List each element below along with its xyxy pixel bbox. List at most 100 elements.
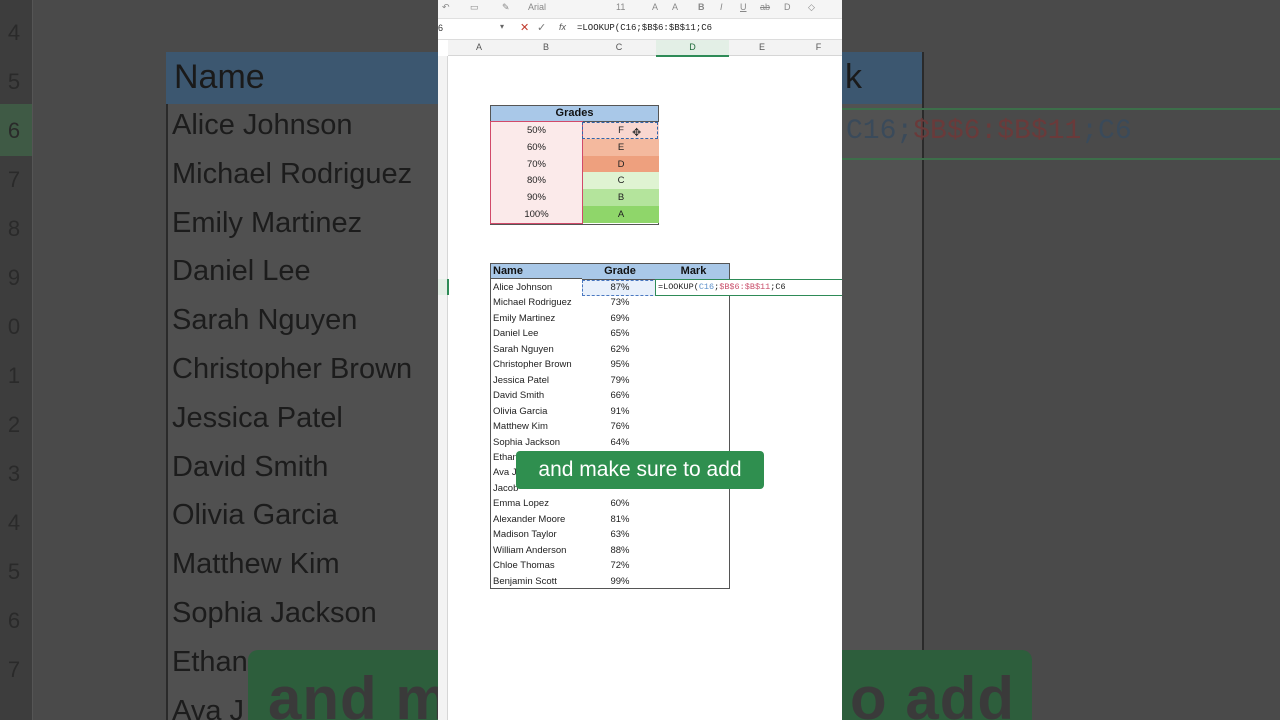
student-name-cell[interactable]: Alice Johnson: [493, 280, 583, 296]
bg-caption-right: o add: [850, 665, 1015, 720]
format-painter-icon[interactable]: ✎: [502, 2, 510, 13]
bg-row-number: 2: [7, 412, 21, 437]
student-name-cell[interactable]: Chloe Thomas: [493, 558, 583, 574]
grade-letter-cell[interactable]: D: [582, 155, 659, 173]
grade-letter-cell[interactable]: B: [582, 189, 659, 207]
insert-function-icon[interactable]: fx: [559, 22, 566, 32]
student-grade-cell[interactable]: 95%: [582, 357, 658, 373]
header-mark[interactable]: Mark: [658, 264, 729, 280]
font-name-select[interactable]: Arial: [528, 2, 546, 12]
bold-icon[interactable]: B: [698, 2, 705, 12]
ribbon: ↶ ▭ ✎ Arial 11 A A B I U ab D ◇: [438, 0, 842, 19]
grade-letter-cell[interactable]: E: [582, 138, 659, 156]
bg-row-number: 7: [7, 657, 21, 682]
col-header-f[interactable]: F: [795, 40, 842, 56]
student-grade-cell[interactable]: 65%: [582, 326, 658, 342]
grades-title[interactable]: Grades: [491, 106, 658, 122]
student-name-cell[interactable]: Emma Lopez: [493, 496, 583, 512]
shrink-font-icon[interactable]: A: [672, 2, 678, 12]
col-header-e[interactable]: E: [729, 40, 795, 56]
clipboard-icon[interactable]: ▭: [470, 2, 479, 13]
student-grade-cell[interactable]: 66%: [582, 388, 658, 404]
undo-icon[interactable]: ↶: [442, 2, 450, 13]
video-caption: and make sure to add: [516, 451, 764, 489]
copy-marquee: [582, 122, 658, 139]
student-grade-cell[interactable]: 73%: [582, 295, 658, 311]
student-name-cell[interactable]: Alexander Moore: [493, 512, 583, 528]
student-grade-cell[interactable]: 64%: [582, 435, 658, 451]
bg-row-number: 0: [7, 314, 21, 339]
bg-row-number: 5: [7, 69, 21, 94]
student-grade-cell[interactable]: 87%: [582, 280, 658, 296]
cursor-crosshair-icon: ✥: [632, 127, 642, 139]
bg-name-cell: Ethan: [172, 645, 248, 678]
bg-name-cell: David Smith: [172, 450, 329, 483]
grade-letter-cell[interactable]: A: [582, 206, 659, 223]
underline-icon[interactable]: U: [740, 2, 747, 12]
name-box[interactable]: 6: [438, 21, 508, 36]
header-name[interactable]: Name: [491, 264, 582, 279]
student-grade-cell[interactable]: 88%: [582, 543, 658, 559]
student-name-cell[interactable]: William Anderson: [493, 543, 583, 559]
border-icon[interactable]: D: [784, 2, 791, 12]
student-name-cell[interactable]: Michael Rodriguez: [493, 295, 583, 311]
student-name-cell[interactable]: Benjamin Scott: [493, 574, 583, 590]
student-grade-cell[interactable]: 72%: [582, 558, 658, 574]
bg-name-cell: Ava J: [172, 694, 245, 720]
student-name-cell[interactable]: Daniel Lee: [493, 326, 583, 342]
student-grade-cell[interactable]: 79%: [582, 373, 658, 389]
col-header-c[interactable]: C: [582, 40, 656, 56]
active-cell-formula[interactable]: =LOOKUP(C16;$B$6:$B$11;C6: [655, 279, 842, 296]
student-name-cell[interactable]: Sophia Jackson: [493, 435, 583, 451]
italic-icon[interactable]: I: [720, 2, 723, 12]
cancel-icon[interactable]: ✕: [520, 21, 529, 34]
student-grade-cell[interactable]: 76%: [582, 419, 658, 435]
enter-check-icon[interactable]: ✓: [537, 21, 546, 34]
bg-name-cell: Emily Martinez: [172, 206, 363, 239]
fill-color-icon[interactable]: ◇: [808, 2, 815, 13]
bg-caption-left: and m: [268, 665, 450, 720]
col-header-a[interactable]: A: [448, 40, 510, 56]
bg-name-cell: Christopher Brown: [172, 353, 413, 385]
student-name-cell[interactable]: Sarah Nguyen: [493, 342, 583, 358]
bg-name-cell: Jessica Patel: [172, 401, 343, 434]
student-grade-cell[interactable]: 63%: [582, 527, 658, 543]
student-name-cell[interactable]: David Smith: [493, 388, 583, 404]
bg-row-number: 9: [7, 265, 21, 290]
student-name-cell[interactable]: Emily Martinez: [493, 311, 583, 327]
student-name-cell[interactable]: Jessica Patel: [493, 373, 583, 389]
bg-row-number: 3: [7, 461, 21, 486]
row-header-column: [438, 56, 448, 720]
lookup-range-highlight: [490, 121, 583, 224]
student-grade-cell[interactable]: 99%: [582, 574, 658, 590]
bg-row-number: 4: [7, 510, 21, 535]
grade-letter-cell[interactable]: C: [582, 172, 659, 190]
student-name-cell[interactable]: Matthew Kim: [493, 419, 583, 435]
bg-row-number: 6: [7, 118, 21, 143]
bg-name-cell: Olivia Garcia: [172, 499, 338, 532]
selected-row-header[interactable]: [438, 279, 449, 295]
grow-font-icon[interactable]: A: [652, 2, 658, 12]
student-grade-cell[interactable]: 60%: [582, 496, 658, 512]
bg-name-cell: Michael Rodriguez: [172, 157, 413, 190]
bg-name-cell: Alice Johnson: [172, 109, 353, 141]
student-name-cell[interactable]: Madison Taylor: [493, 527, 583, 543]
col-header-b[interactable]: B: [510, 40, 582, 56]
student-grade-cell[interactable]: 69%: [582, 311, 658, 327]
bg-row-number: 8: [7, 216, 21, 241]
student-name-cell[interactable]: Olivia Garcia: [493, 404, 583, 420]
name-box-dropdown-icon[interactable]: ▾: [500, 22, 504, 31]
spreadsheet-panel: ↶ ▭ ✎ Arial 11 A A B I U ab D ◇ 6 ▾ ✕ ✓ …: [438, 0, 842, 720]
student-grade-cell[interactable]: 62%: [582, 342, 658, 358]
col-header-d[interactable]: D: [656, 40, 729, 57]
student-grade-cell[interactable]: 81%: [582, 512, 658, 528]
header-grade[interactable]: Grade: [582, 264, 658, 280]
formula-input[interactable]: =LOOKUP(C16;$B$6:$B$11;C6: [577, 23, 712, 33]
bg-row-number: 1: [7, 363, 21, 388]
student-name-cell[interactable]: Christopher Brown: [493, 357, 583, 373]
bg-formula-text: C16;$B$6:$B$11;C6: [846, 116, 1132, 147]
font-size-select[interactable]: 11: [616, 2, 625, 12]
bg-name-cell: Daniel Lee: [172, 255, 311, 288]
strikethrough-icon[interactable]: ab: [760, 2, 770, 12]
student-grade-cell[interactable]: 91%: [582, 404, 658, 420]
